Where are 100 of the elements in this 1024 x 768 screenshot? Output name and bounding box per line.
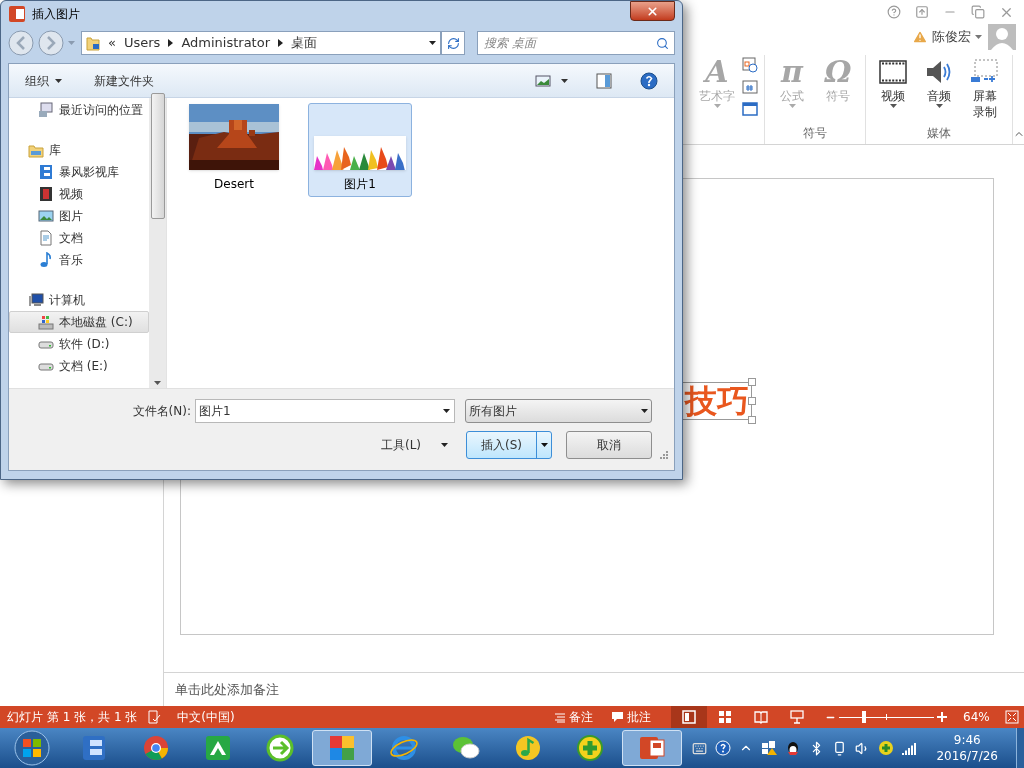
puzzle-icon [328, 734, 356, 762]
restore-icon[interactable] [971, 5, 985, 19]
start-button[interactable] [12, 729, 52, 767]
document-icon [38, 230, 54, 246]
preview-pane-icon[interactable] [596, 72, 612, 89]
notes-placeholder[interactable]: 单击此处添加备注 [175, 679, 279, 700]
view-options-icon[interactable] [535, 73, 551, 88]
clock-time[interactable]: 9:46 [953, 732, 981, 748]
caret-icon [55, 78, 62, 83]
resize-handle[interactable] [748, 378, 756, 386]
search-icon[interactable] [656, 37, 669, 50]
tile-icon [204, 734, 232, 762]
help-icon[interactable] [640, 71, 658, 90]
tools-button[interactable]: 工具(L) [381, 436, 449, 454]
nav-item[interactable]: 图片 [9, 205, 149, 227]
spell-check-icon [147, 710, 162, 724]
file-tile[interactable]: 图片1 [308, 103, 412, 197]
warning-icon [912, 29, 928, 45]
file-tile[interactable]: Desert [182, 103, 286, 197]
nav-item[interactable]: 本地磁盘 (C:) [9, 311, 149, 333]
fit-to-window-icon[interactable] [1005, 710, 1019, 724]
plus-circle-icon [576, 734, 604, 762]
caret-icon [68, 41, 75, 45]
file-type-dropdown[interactable]: 所有图片 [465, 399, 652, 423]
globe-ring-icon [389, 734, 419, 762]
zoom-in-icon[interactable] [937, 712, 947, 722]
nav-item[interactable]: 库 [9, 139, 149, 161]
nav-item[interactable]: 计算机 [9, 289, 149, 311]
nav-item[interactable]: 文档 (E:) [9, 355, 149, 377]
search-field[interactable]: 搜索 桌面 [477, 31, 675, 55]
slide-info: 幻灯片 第 1 张，共 1 张 [7, 709, 138, 726]
arrow-circle-icon [266, 734, 294, 762]
address-bar[interactable]: « Users Administrator 桌面 [81, 31, 441, 55]
resize-handle[interactable] [748, 416, 756, 424]
comment-icon [611, 711, 624, 723]
signal-icon[interactable] [902, 741, 919, 755]
clock-date[interactable]: 2016/7/26 [936, 748, 998, 764]
taskbar-button[interactable] [312, 730, 372, 766]
scroll-down-icon [154, 381, 161, 385]
nav-item[interactable]: 暴风影视库 [9, 161, 149, 183]
book-icon [754, 710, 768, 724]
grid-view-icon [718, 710, 732, 724]
file-name-field[interactable]: 图片1 [195, 399, 455, 423]
breadcrumb[interactable]: Users [123, 33, 161, 53]
file-name-label: 文件名(N): [131, 403, 192, 420]
folder-icon [86, 35, 100, 51]
separator-icon [278, 39, 283, 47]
breadcrumb[interactable]: Administrator [181, 33, 270, 53]
presentation-icon [8, 5, 26, 23]
caret-icon [561, 78, 568, 83]
refresh-button[interactable] [441, 31, 465, 55]
taskbar-button[interactable] [622, 730, 682, 766]
zoom-thumb[interactable] [861, 711, 866, 723]
language[interactable]: 中文(中国) [177, 708, 235, 726]
filmstrip-icon [80, 734, 108, 762]
film-icon [879, 60, 907, 84]
recent-places-icon [38, 102, 54, 118]
address-prefix[interactable]: « [108, 33, 116, 53]
resize-handle[interactable] [748, 397, 756, 405]
caret-icon [429, 41, 436, 45]
dialog-title: 插入图片 [32, 6, 80, 23]
keyboard-icon[interactable] [692, 740, 708, 756]
ribbon-button[interactable]: 音频 [918, 55, 960, 125]
cancel-button[interactable]: 取消 [566, 431, 653, 459]
ribbon-button[interactable]: 屏幕录制 [964, 55, 1006, 125]
nav-item[interactable]: 音乐 [9, 249, 149, 271]
folder-icon [28, 142, 44, 158]
ribbon-button[interactable]: 视频 [872, 55, 914, 125]
group-label: 媒体 [926, 125, 952, 141]
zoom-percent[interactable]: 64% [963, 708, 993, 726]
show-desktop-button[interactable] [1016, 728, 1024, 768]
object-icon [742, 101, 758, 117]
group-label: 符号 [802, 125, 828, 141]
separator-icon [168, 39, 174, 47]
user-name[interactable]: 陈俊宏 [932, 27, 971, 47]
nav-item[interactable]: 最近访问的位置 [9, 99, 149, 121]
ribbon-display-icon[interactable] [915, 5, 929, 19]
close-button[interactable] [630, 1, 675, 21]
breadcrumb[interactable]: 桌面 [291, 33, 317, 53]
wheel-icon [142, 734, 170, 762]
organize-button[interactable]: 组织 [25, 71, 62, 90]
view-button[interactable] [671, 706, 707, 728]
flag-icon[interactable] [761, 740, 778, 756]
comments-button[interactable]: 批注 [611, 708, 651, 726]
scrollbar-thumb[interactable] [150, 92, 165, 219]
music-note-icon [514, 734, 542, 762]
insert-button[interactable]: 插入(S) [466, 431, 553, 459]
chat-bubbles-icon [451, 734, 481, 762]
notes-icon [554, 711, 566, 723]
caret-icon [441, 443, 449, 447]
nav-item[interactable]: 视频 [9, 183, 149, 205]
nav-item[interactable]: 软件 (D:) [9, 333, 149, 355]
zoom-slider[interactable] [839, 710, 934, 724]
caret-icon [641, 409, 648, 413]
windows-drive-icon [38, 314, 54, 330]
nav-item[interactable]: 文档 [9, 227, 149, 249]
caret-icon [443, 409, 450, 413]
new-folder-button[interactable]: 新建文件夹 [94, 71, 154, 90]
notes-button[interactable]: 备注 [554, 708, 593, 726]
plus-circle-icon[interactable] [878, 740, 895, 756]
